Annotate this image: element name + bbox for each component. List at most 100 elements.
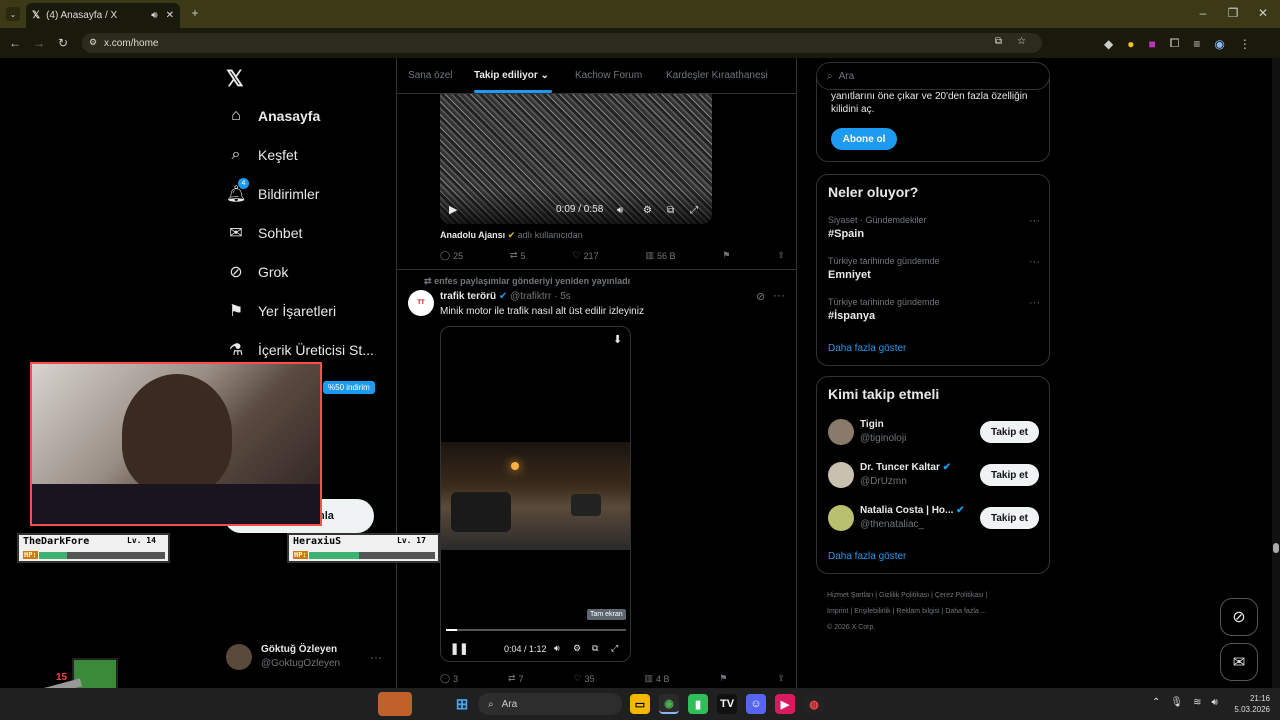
mic-icon[interactable]: 🎙︎: [1170, 697, 1183, 708]
scrollbar[interactable]: [1272, 58, 1280, 688]
share-button[interactable]: ⇪: [777, 673, 785, 684]
follow-button[interactable]: Takip et: [980, 507, 1039, 529]
share-button[interactable]: ⇪: [777, 250, 785, 261]
account-switcher[interactable]: Göktuğ Özleyen @GoktugOzleyen: [261, 644, 340, 669]
scrollbar-thumb[interactable]: [1273, 543, 1279, 553]
file-explorer-icon[interactable]: ▭: [630, 694, 650, 714]
tab-kachow-forum[interactable]: Kachow Forum: [575, 70, 642, 81]
follow-button[interactable]: Takip et: [980, 464, 1039, 486]
follow-suggestion[interactable]: Dr. Tuncer Kaltar ✔ @DrUzmn Takip et: [828, 462, 1040, 492]
more-dots-icon[interactable]: ···: [1029, 215, 1040, 227]
like-button[interactable]: ♡ 217: [572, 250, 598, 261]
grok-floating-button[interactable]: ⊘: [1220, 598, 1258, 636]
sidebar-item-bookmarks[interactable]: ⚑ Yer İşaretleri: [226, 299, 374, 323]
green-app-icon[interactable]: ▮: [688, 694, 708, 714]
pause-icon[interactable]: ❚❚: [450, 642, 468, 655]
tweet-video-2[interactable]: ⬇ Tam ekran ❚❚ 0:04 / 1:12 🔊︎ ⚙ ⧉ ⤢: [440, 326, 631, 662]
extension-yellow-icon[interactable]: ●: [1127, 36, 1134, 51]
reload-icon[interactable]: ↻: [56, 36, 70, 50]
tab-for-you[interactable]: Sana özel: [408, 70, 452, 81]
speaker-icon[interactable]: 🔊︎: [1211, 697, 1217, 708]
media-icon[interactable]: ≡: [1193, 36, 1200, 51]
site-info-icon[interactable]: ⚙: [89, 37, 97, 48]
tab-list-icon[interactable]: ⌄: [6, 7, 20, 21]
puzzle-icon[interactable]: ⧠: [1170, 36, 1180, 51]
bookmark-button[interactable]: ⚑: [719, 673, 727, 684]
more-dots-icon[interactable]: ···: [1029, 297, 1040, 309]
like-button[interactable]: ♡ 35: [573, 673, 594, 684]
star-icon[interactable]: ☆: [1017, 36, 1026, 47]
obs-icon[interactable]: ◍: [804, 694, 824, 714]
sidebar-item-home[interactable]: ⌂ Anasayfa: [226, 104, 374, 128]
more-dots-icon[interactable]: ···: [370, 650, 382, 664]
forward-icon[interactable]: →: [32, 36, 46, 50]
sidebar-item-explore[interactable]: ⌕ Keşfet: [226, 143, 374, 167]
browser-tab[interactable]: 𝕏 (4) Anasayfa / X 🔊︎ ✕: [26, 3, 180, 28]
sidebar-item-chat[interactable]: ✉ Sohbet: [226, 221, 374, 245]
windows-start-icon[interactable]: ⊞: [452, 694, 472, 714]
new-tab-icon[interactable]: +: [188, 6, 202, 20]
footer-link[interactable]: İmprint: [827, 608, 848, 615]
menu-dots-icon[interactable]: ⋮: [1239, 36, 1251, 51]
media-player-icon[interactable]: ▶: [775, 694, 795, 714]
speaker-icon[interactable]: 🔊︎: [151, 10, 157, 21]
pip-icon[interactable]: ⧉: [667, 205, 674, 216]
sidebar-item-grok[interactable]: ⊘ Grok: [226, 260, 374, 284]
wifi-icon[interactable]: ≋: [1193, 697, 1201, 708]
install-icon[interactable]: ⧉: [995, 36, 1002, 47]
x-logo-icon[interactable]: 𝕏: [226, 66, 244, 92]
footer-link[interactable]: Erişilebilirlik: [854, 608, 891, 615]
maximize-icon[interactable]: ❐: [1226, 6, 1240, 20]
extension-icon[interactable]: ◆: [1104, 36, 1113, 51]
close-window-icon[interactable]: ✕: [1256, 6, 1270, 20]
play-icon[interactable]: ▶: [449, 203, 457, 216]
repost-button[interactable]: ⇄ 7: [508, 673, 524, 684]
grok-explain-icon[interactable]: ⊘: [756, 290, 765, 303]
more-dots-icon[interactable]: ···: [1029, 256, 1040, 268]
back-icon[interactable]: ←: [8, 36, 22, 50]
trend-item[interactable]: Türkiye tarihinde gündemde Emniyet ···: [828, 256, 1040, 281]
sidebar-item-creator-studio[interactable]: ⚗ İçerik Üreticisi St...: [226, 338, 374, 362]
reply-button[interactable]: ◯ 3: [440, 673, 458, 684]
follow-suggestion[interactable]: Natalia Costa | Ho... ✔ @thenataliac_ Ta…: [828, 505, 1040, 535]
footer-link[interactable]: Hizmet Şartları: [827, 592, 873, 599]
footer-link[interactable]: Reklam bilgisi: [896, 608, 939, 615]
tradingview-icon[interactable]: TV: [717, 694, 737, 714]
footer-link[interactable]: Çerez Politikası: [935, 592, 984, 599]
trends-show-more[interactable]: Daha fazla göster: [828, 343, 906, 354]
trend-item[interactable]: Türkiye tarihinde gündemde #İspanya ···: [828, 297, 1040, 322]
url-bar[interactable]: ⚙ x.com/home ⧉ ☆: [82, 33, 1042, 53]
settings-icon[interactable]: ⚙: [573, 643, 581, 654]
settings-icon[interactable]: ⚙: [643, 205, 652, 216]
more-dots-icon[interactable]: ···: [773, 288, 785, 302]
taskbar-search[interactable]: ⌕ Ara: [478, 693, 622, 715]
messages-floating-button[interactable]: ✉: [1220, 643, 1258, 681]
footer-link[interactable]: Daha fazla ...: [945, 608, 986, 615]
tweet-video-1[interactable]: ▶ 0:09 / 0:58 🔊︎ ⚙ ⧉ ⤢: [440, 94, 712, 224]
tab-kardesler[interactable]: Kardeşler Kıraathanesi: [666, 70, 768, 81]
progress-track[interactable]: [446, 629, 626, 631]
repost-button[interactable]: ⇄ 5: [510, 250, 526, 261]
trend-item[interactable]: Siyaset · Gündemdekiler #Spain ···: [828, 215, 1040, 240]
pip-icon[interactable]: ⧉: [592, 643, 598, 654]
chrome-icon[interactable]: ◉: [659, 694, 679, 714]
views-button[interactable]: ▥ 56 B: [645, 250, 675, 261]
reply-button[interactable]: ◯ 25: [440, 250, 463, 261]
sidebar-item-notifications[interactable]: 🔔︎ 4 Bildirimler: [226, 178, 374, 206]
fullscreen-icon[interactable]: ⤢: [611, 643, 618, 654]
tweet2-avatar[interactable]: TT: [408, 290, 434, 316]
follow-button[interactable]: Takip et: [980, 421, 1039, 443]
volume-icon[interactable]: 🔊︎: [554, 643, 560, 654]
volume-icon[interactable]: 🔊︎: [617, 205, 623, 216]
fullscreen-icon[interactable]: ⤢: [690, 205, 698, 216]
download-icon[interactable]: ⬇: [613, 333, 622, 346]
discord-icon[interactable]: ☺: [746, 694, 766, 714]
minimize-icon[interactable]: –: [1196, 6, 1210, 20]
bookmark-button[interactable]: ⚑: [722, 250, 730, 261]
profile-avatar-icon[interactable]: ◉: [1214, 36, 1224, 51]
extension-purple-icon[interactable]: ■: [1148, 36, 1155, 51]
footer-link[interactable]: Gizlilik Politikası: [879, 592, 929, 599]
subscribe-button[interactable]: Abone ol: [831, 128, 897, 150]
who-to-follow-show-more[interactable]: Daha fazla göster: [828, 551, 906, 562]
tab-following[interactable]: Takip ediliyor ⌄: [474, 70, 549, 81]
